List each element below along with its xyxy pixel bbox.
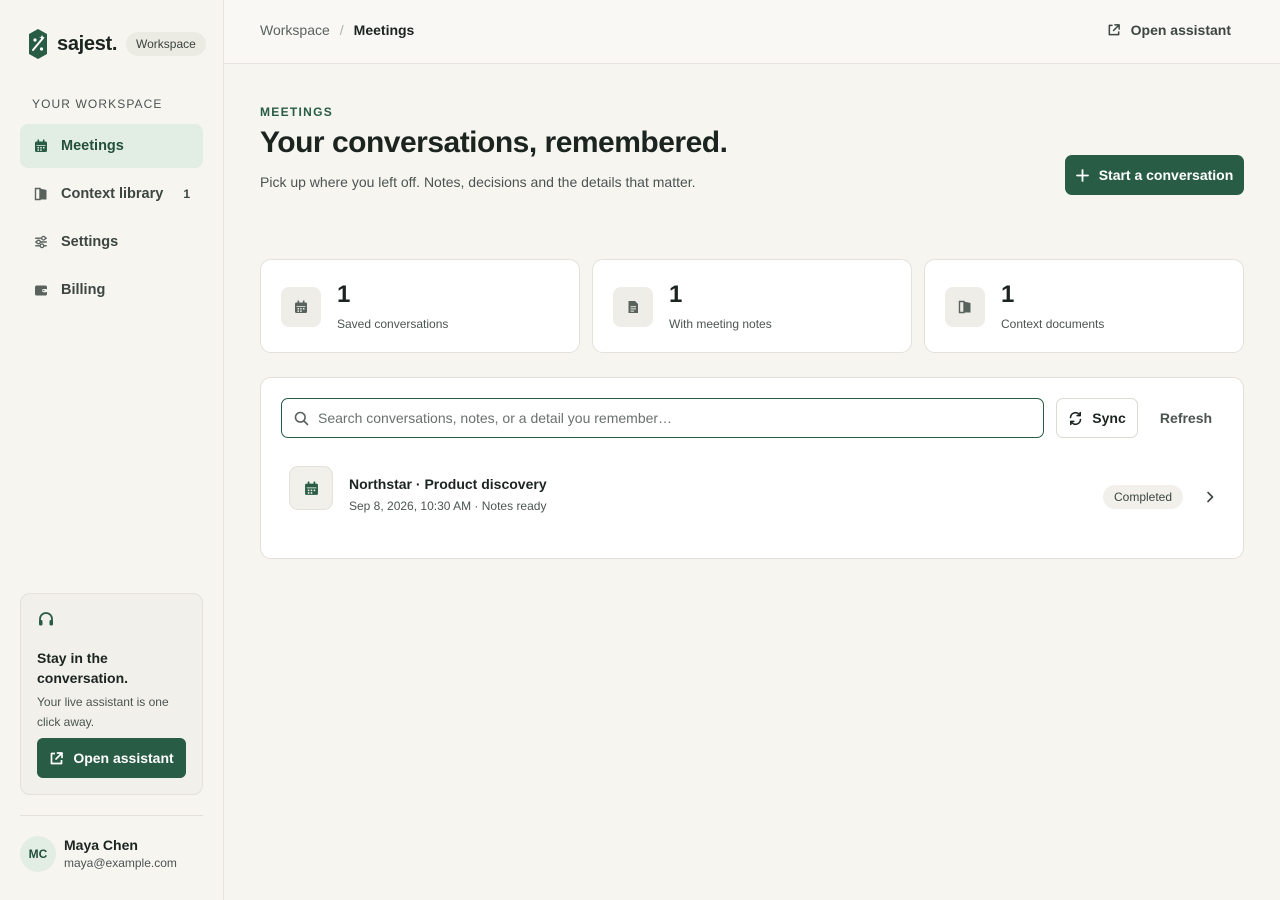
brand-name: sajest. xyxy=(57,32,118,55)
stat-value: 1 xyxy=(1001,281,1015,308)
search-box[interactable] xyxy=(281,398,1044,438)
conversation-meta: Sep 8, 2026, 10:30 AM · Notes ready xyxy=(349,499,547,513)
promo-title: Stay in the conversation. xyxy=(37,650,129,686)
book-icon xyxy=(34,187,47,201)
document-icon xyxy=(628,301,638,313)
stat-icon-wrap xyxy=(945,287,985,327)
page-subtitle: Pick up where you left off. Notes, decis… xyxy=(260,174,696,190)
plus-icon xyxy=(1075,168,1089,182)
sidebar-item-meetings[interactable]: Meetings xyxy=(20,124,203,168)
context-library-count: 1 xyxy=(183,187,190,201)
sidebar: sajest. Workspace YOUR WORKSPACE Meeting… xyxy=(0,0,224,900)
stat-value: 1 xyxy=(669,281,683,308)
user-info: Maya Chen maya@example.com xyxy=(64,836,177,872)
sliders-icon xyxy=(35,235,47,249)
book-icon xyxy=(958,300,971,314)
stat-label: Context documents xyxy=(1001,317,1105,331)
sync-icon xyxy=(1069,411,1082,425)
breadcrumb: Workspace / Meetings xyxy=(260,22,414,38)
sidebar-item-context-library[interactable]: Context library 1 xyxy=(20,172,203,216)
headphones-icon xyxy=(39,612,53,626)
assistant-promo-card: Stay in the conversation. Your live assi… xyxy=(20,593,203,795)
refresh-button[interactable]: Refresh xyxy=(1149,398,1223,438)
start-conversation-label: Start a conversation xyxy=(1098,167,1234,183)
stat-value: 1 xyxy=(337,281,351,308)
stat-icon-wrap xyxy=(281,287,321,327)
sync-label: Sync xyxy=(1092,410,1126,426)
page-eyebrow: MEETINGS xyxy=(260,105,334,119)
row-icon-wrap xyxy=(289,466,333,510)
workspace-badge: Workspace xyxy=(126,32,206,56)
breadcrumb-separator: / xyxy=(339,22,344,38)
sidebar-item-label: Billing xyxy=(61,282,106,298)
conversation-title: Northstar · Product discovery xyxy=(349,476,547,492)
sidebar-item-label: Meetings xyxy=(61,138,124,154)
stat-card-saved-conversations: 1 Saved conversations xyxy=(260,259,580,353)
sync-button[interactable]: Sync xyxy=(1056,398,1138,438)
search-icon xyxy=(294,411,309,425)
sidebar-item-label: Context library xyxy=(61,186,164,202)
chevron-right-icon xyxy=(1207,491,1214,503)
calendar-icon xyxy=(35,139,47,152)
external-link-icon xyxy=(1108,24,1120,36)
stat-card-meeting-notes: 1 With meeting notes xyxy=(592,259,912,353)
stat-label: With meeting notes xyxy=(669,317,772,331)
avatar: MC xyxy=(20,836,56,872)
sidebar-item-settings[interactable]: Settings xyxy=(20,220,203,264)
stat-card-context-documents: 1 Context documents xyxy=(924,259,1244,353)
sidebar-divider xyxy=(20,815,203,816)
user-profile[interactable]: MC Maya Chen maya@example.com xyxy=(20,836,177,872)
start-conversation-button[interactable]: Start a conversation xyxy=(1065,155,1244,195)
page-title: Your conversations, remembered. xyxy=(260,126,728,159)
search-input[interactable] xyxy=(318,410,1018,426)
calendar-icon xyxy=(295,300,307,313)
top-open-assistant-label: Open assistant xyxy=(1130,22,1231,38)
breadcrumb-current: Meetings xyxy=(353,22,415,38)
brand-logo-icon xyxy=(29,29,47,59)
sidebar-item-label: Settings xyxy=(61,234,119,250)
breadcrumb-workspace[interactable]: Workspace xyxy=(260,22,330,38)
user-email: maya@example.com xyxy=(64,856,177,870)
topbar: Workspace / Meetings Open assistant xyxy=(224,0,1280,64)
open-assistant-button[interactable]: Open assistant xyxy=(37,738,186,778)
status-badge: Completed xyxy=(1103,485,1184,509)
external-link-icon xyxy=(50,751,64,764)
sidebar-section-label: YOUR WORKSPACE xyxy=(32,97,163,111)
conversation-row[interactable]: Northstar · Product discovery Sep 8, 202… xyxy=(281,466,1225,522)
wallet-icon xyxy=(35,285,47,296)
sidebar-item-billing[interactable]: Billing xyxy=(20,268,203,312)
open-assistant-label: Open assistant xyxy=(73,750,174,766)
brand[interactable]: sajest. Workspace xyxy=(28,28,206,60)
conversations-panel: Sync Refresh Northstar · Product discove… xyxy=(260,377,1244,559)
promo-text: Your live assistant is one click away. xyxy=(37,695,169,729)
calendar-icon xyxy=(304,481,318,495)
stat-icon-wrap xyxy=(613,287,653,327)
user-name: Maya Chen xyxy=(64,837,138,853)
stat-label: Saved conversations xyxy=(337,317,449,331)
top-open-assistant-button[interactable]: Open assistant xyxy=(1107,22,1231,38)
